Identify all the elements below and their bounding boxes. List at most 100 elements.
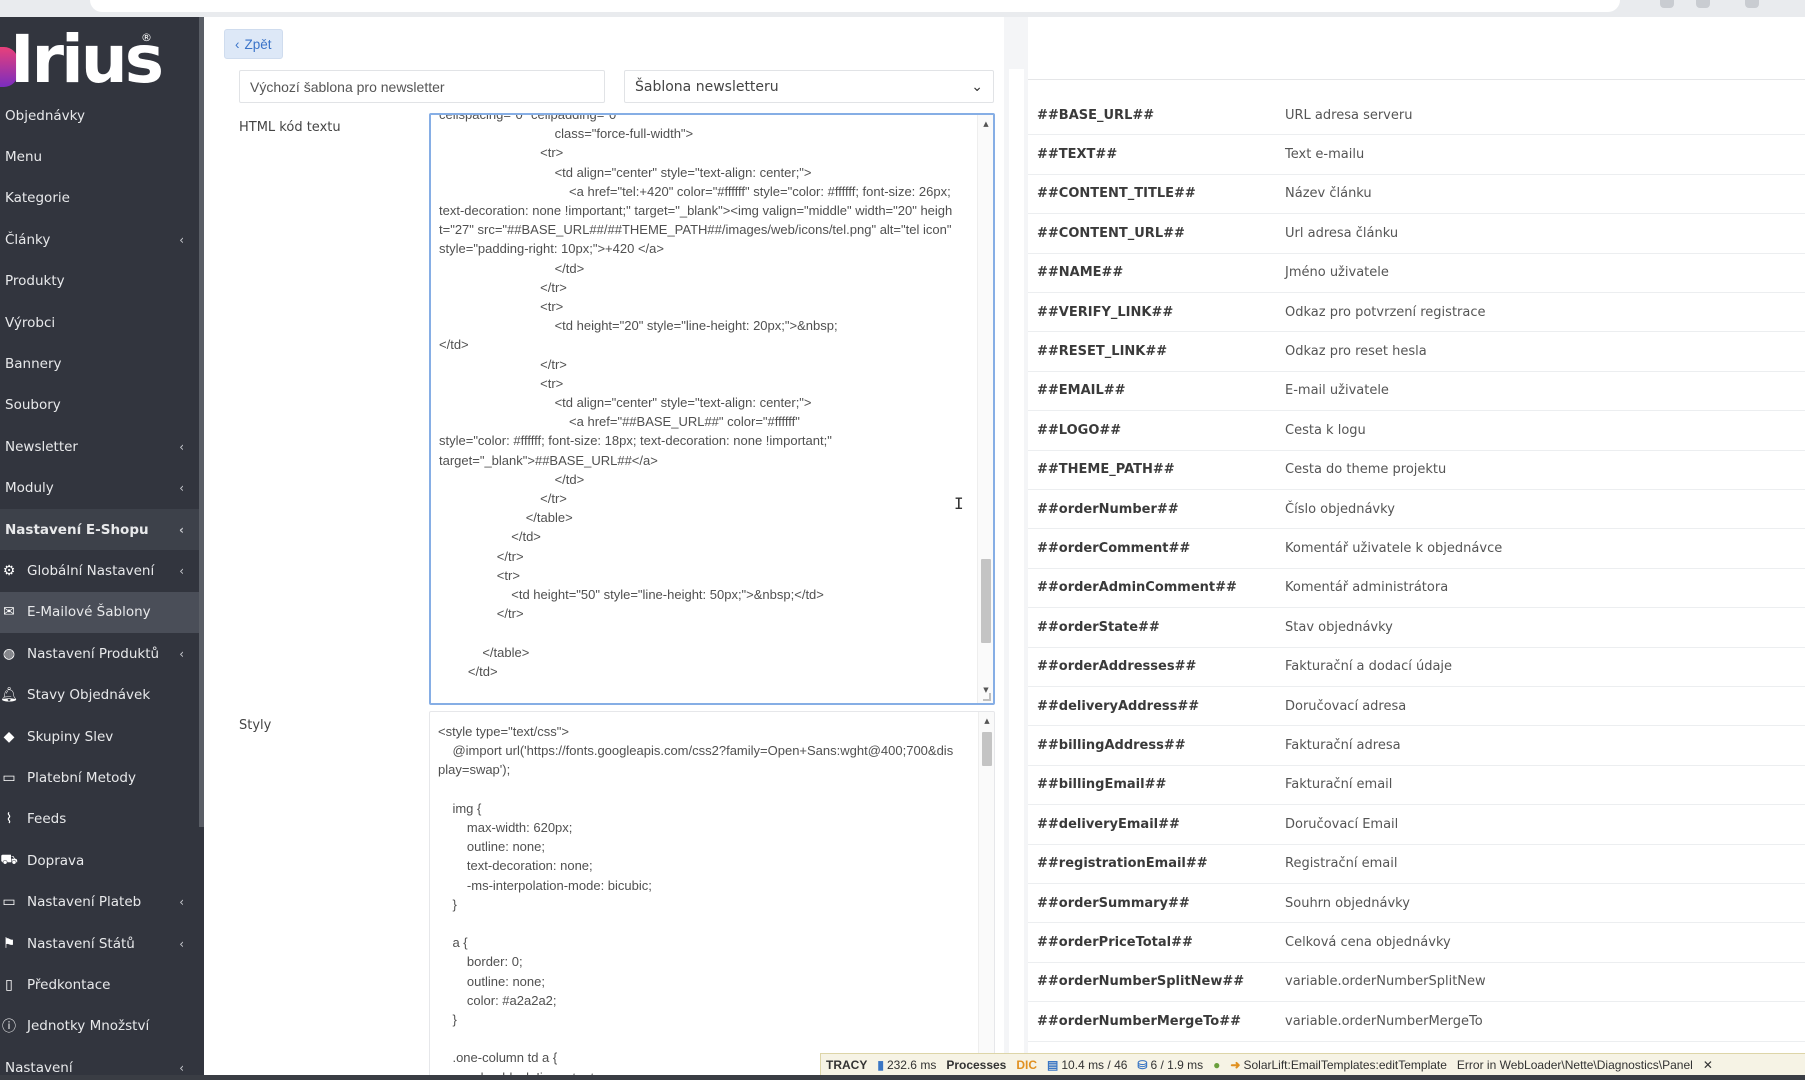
- sidebar-item-17[interactable]: ⌇ Feeds: [0, 799, 204, 840]
- gear-icon: ⚙: [2, 562, 16, 579]
- tracy-time[interactable]: ▮ 232.6 ms: [872, 1058, 941, 1072]
- tracy-close-icon[interactable]: ✕: [1698, 1058, 1718, 1072]
- sidebar-item-16[interactable]: ▭ Platební Metody: [0, 757, 204, 798]
- sidebar-item-18[interactable]: ⛟ Doprava: [0, 840, 204, 881]
- resize-handle[interactable]: [983, 693, 991, 701]
- truck-icon: ⛟: [0, 851, 18, 868]
- styles-code-text: <style type="text/css"> @import url('htt…: [438, 724, 954, 1080]
- scrollbar-thumb[interactable]: [981, 559, 991, 643]
- sidebar-item-12[interactable]: ✉ E-Mailové Šablony: [0, 591, 204, 634]
- html-code-textarea[interactable]: cellspacing="0" cellpadding="0" class="f…: [429, 113, 995, 705]
- chevron-left-icon: ‹: [179, 895, 184, 910]
- table-row: ##orderAdminComment## Komentář administrá…: [1028, 569, 1805, 609]
- template-form: ‹ Zpět Šablona newsletteru ⌄ HTML kód te…: [204, 17, 1004, 1080]
- tracy-user[interactable]: ●: [1208, 1058, 1225, 1072]
- table-row: ##orderNumberSplitNew## variable.orderNum…: [1028, 963, 1805, 1003]
- html-code-scrollbar[interactable]: ▲ ▼: [977, 115, 993, 703]
- sidebar-item-label: Newsletter: [5, 438, 78, 455]
- sidebar-item-2[interactable]: Kategorie: [0, 178, 204, 219]
- sidebar-item-20[interactable]: ⚑ Nastavení Států ‹: [0, 923, 204, 964]
- sidebar-item-label: Jednotky Množství: [27, 1018, 150, 1035]
- back-button[interactable]: ‹ Zpět: [224, 29, 283, 59]
- sidebar-item-4[interactable]: Produkty: [0, 261, 204, 302]
- scroll-up-icon[interactable]: ▲: [978, 117, 993, 131]
- variable-description: Stav objednávky: [1285, 619, 1393, 635]
- table-row: ##CONTENT_URL## Url adresa článku: [1028, 214, 1805, 254]
- sidebar-item-7[interactable]: Soubory: [0, 385, 204, 426]
- table-row: ##VERIFY_LINK## Odkaz pro potvrzení regis…: [1028, 293, 1805, 333]
- sidebar-item-21[interactable]: ▯ Předkontace: [0, 964, 204, 1005]
- sidebar-item-15[interactable]: ◆ Skupiny Slev: [0, 716, 204, 757]
- sidebar-item-label: Soubory: [5, 397, 61, 414]
- chevron-left-icon: ‹: [179, 1060, 184, 1075]
- variable-key: ##billingEmail##: [1037, 777, 1167, 793]
- address-bar[interactable]: [90, 0, 1620, 12]
- sidebar-item-label: Nastavení E-Shopu: [5, 521, 149, 538]
- table-row: ##registrationEmail## Registrační email: [1028, 845, 1805, 884]
- route-icon: ➜: [1230, 1057, 1241, 1072]
- window-control[interactable]: [1745, 0, 1759, 8]
- table-row: ##EMAIL## E-mail uživatele: [1028, 372, 1805, 412]
- tracy-di-icon[interactable]: DIC: [1011, 1058, 1042, 1072]
- variable-description: Odkaz pro potvrzení registrace: [1285, 304, 1486, 320]
- table-row: ##deliveryAddress## Doručovací adresa: [1028, 687, 1805, 727]
- tracy-memory[interactable]: ▤ 10.4 ms / 46: [1042, 1058, 1132, 1072]
- sidebar-item-0[interactable]: Objednávky: [0, 95, 204, 136]
- logo[interactable]: Irius ®: [0, 17, 204, 98]
- bottom-strip: [0, 1075, 1805, 1080]
- variable-description: variable.orderNumberSplitNew: [1285, 974, 1486, 990]
- table-row: ##TEXT## Text e-mailu: [1028, 135, 1805, 175]
- sidebar-item-3[interactable]: Články ‹: [0, 219, 204, 260]
- sidebar-item-label: Nastavení: [5, 1059, 73, 1076]
- sidebar-item-19[interactable]: ▭ Nastavení Plateb ‹: [0, 881, 204, 922]
- logo-text: Irius: [10, 21, 164, 98]
- styles-scrollbar[interactable]: ▲: [978, 712, 994, 1080]
- template-name-input[interactable]: [239, 70, 605, 103]
- chevron-left-icon: ‹: [179, 232, 184, 247]
- tracy-database[interactable]: ⛁ 6 / 1.9 ms: [1132, 1058, 1208, 1072]
- tracy-processes[interactable]: Processes: [941, 1058, 1011, 1072]
- styles-textarea[interactable]: <style type="text/css"> @import url('htt…: [429, 711, 995, 1080]
- file-icon: ▯: [5, 976, 13, 993]
- sidebar-item-13[interactable]: ◍ Nastavení Produktů ‹: [0, 633, 204, 674]
- table-row: ##BASE_URL## URL adresa serveru: [1028, 96, 1805, 136]
- tracy-debug-bar[interactable]: TRACY ▮ 232.6 ms Processes DIC ▤ 10.4 ms /…: [820, 1053, 1805, 1075]
- sidebar-item-label: Moduly: [5, 480, 54, 497]
- sidebar-item-5[interactable]: Výrobci: [0, 302, 204, 343]
- sidebar-item-14[interactable]: 🔔︎ Stavy Objednávek: [0, 674, 204, 715]
- sidebar-item-11[interactable]: ⚙ Globální Nastavení ‹: [0, 550, 204, 591]
- variable-description: Celková cena objednávky: [1285, 935, 1451, 951]
- sidebar-item-label: Kategorie: [5, 190, 70, 207]
- envelope-icon: ✉: [3, 604, 15, 621]
- sidebar-item-6[interactable]: Bannery: [0, 343, 204, 384]
- scroll-up-icon[interactable]: ▲: [979, 714, 994, 728]
- variable-key: ##orderNumberMergeTo##: [1037, 1013, 1242, 1029]
- variable-description: Cesta k logu: [1285, 422, 1366, 438]
- table-row: ##orderComment## Komentář uživatele k obj…: [1028, 529, 1805, 569]
- window-control[interactable]: [1660, 0, 1674, 8]
- variable-key: ##orderSummary##: [1037, 895, 1190, 911]
- sidebar-item-label: Menu: [5, 149, 43, 166]
- variable-description: Odkaz pro reset hesla: [1285, 344, 1427, 360]
- sidebar-item-1[interactable]: Menu: [0, 136, 204, 177]
- text-cursor-icon: I: [954, 494, 964, 513]
- sidebar-item-22[interactable]: ⓘ Jednotky Množství: [0, 1006, 204, 1047]
- tracy-route[interactable]: ➜ SolarLift:EmailTemplates:editTemplate: [1225, 1058, 1452, 1072]
- variable-key: ##orderComment##: [1037, 541, 1191, 557]
- table-row: ##orderAddresses## Fakturační a dodací úd…: [1028, 648, 1805, 687]
- sidebar-item-8[interactable]: Newsletter ‹: [0, 426, 204, 467]
- variable-key: ##registrationEmail##: [1037, 856, 1208, 872]
- sidebar-item-10[interactable]: Nastavení E-Shopu ‹: [0, 508, 204, 551]
- variable-key: ##EMAIL##: [1037, 383, 1126, 399]
- template-type-select[interactable]: Šablona newsletteru ⌄: [624, 70, 994, 103]
- tracy-logo[interactable]: TRACY: [821, 1058, 872, 1072]
- tracy-error[interactable]: Error in WebLoader\Nette\Diagnostics\Pan…: [1452, 1058, 1698, 1072]
- variable-key: ##TEXT##: [1037, 147, 1118, 163]
- window-control[interactable]: [1696, 0, 1710, 8]
- scrollbar-thumb[interactable]: [982, 732, 992, 766]
- sidebar-item-label: Nastavení Států: [27, 935, 135, 952]
- sidebar-item-9[interactable]: Moduly ‹: [0, 468, 204, 509]
- table-row: ##orderState## Stav objednávky: [1028, 608, 1805, 648]
- styles-label: Styly: [239, 718, 272, 733]
- variable-description: URL adresa serveru: [1285, 107, 1413, 123]
